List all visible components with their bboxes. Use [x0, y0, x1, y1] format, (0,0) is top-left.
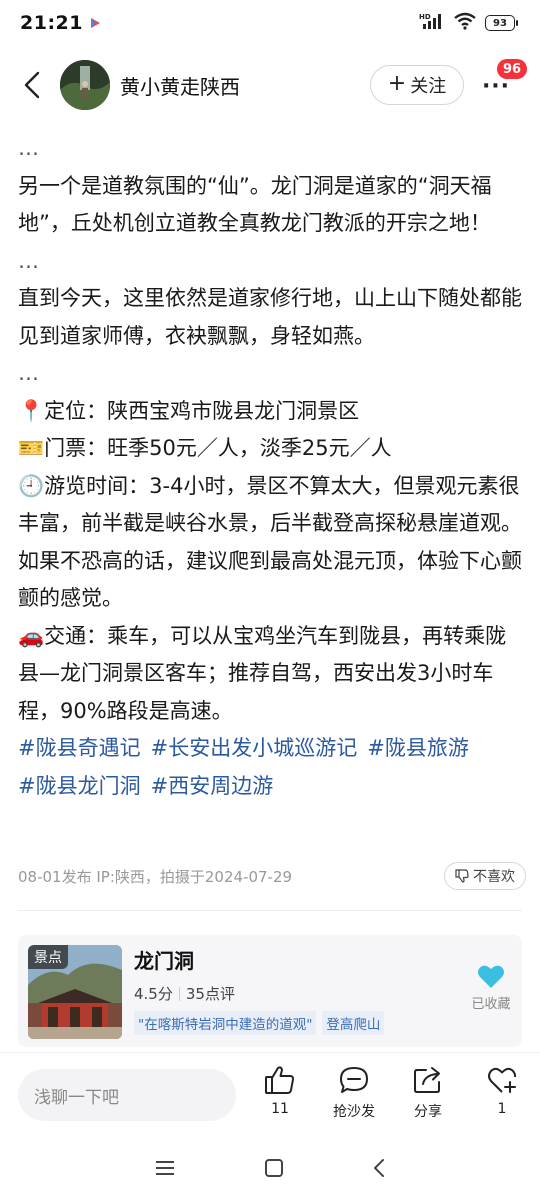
ellipsis-2: … [18, 248, 39, 273]
poi-card[interactable]: 景点 龙门洞 4.5分 35点评 "在喀斯特岩洞中建造的道观" 登高爬山 已收藏 [18, 935, 522, 1047]
poi-collect-button[interactable]: 已收藏 [466, 963, 516, 1012]
poi-reviews: 35点评 [185, 985, 235, 1003]
poi-score: 4.5分 [134, 985, 173, 1003]
like-count: 11 [271, 1101, 289, 1117]
home-icon[interactable] [264, 1158, 284, 1182]
dislike-label: 不喜欢 [473, 869, 515, 885]
follow-label: 关注 [410, 76, 447, 97]
paragraph-1: 另一个是道教氛围的“仙”。龙门洞是道家的“洞天福地”，丘处机创立道教全真教龙门教… [18, 173, 492, 236]
avatar[interactable] [60, 60, 110, 110]
ellipsis-3: … [18, 361, 39, 385]
plus-icon: + [387, 71, 407, 96]
chevron-left-icon [24, 71, 40, 99]
share-icon [414, 1067, 440, 1093]
comment-button[interactable]: 抢沙发 [322, 1065, 386, 1121]
notification-badge: 96 [497, 59, 528, 79]
clock: 21:21 [20, 12, 83, 34]
svg-text:HD: HD [419, 13, 431, 21]
signal-icon: HD [419, 12, 445, 34]
publish-info: 08-01发布 IP:陕西，拍摄于2024-07-29 [18, 867, 293, 886]
ellipsis-1: … [18, 136, 39, 160]
duration-line: 🕘游览时间：3-4小时，景区不算太大，但景观元素很丰富，前半截是峡谷水景，后半截… [18, 473, 522, 611]
status-left: 21:21 [20, 12, 101, 34]
hashtag[interactable]: #西安周边游 [151, 774, 274, 798]
separator [178, 986, 180, 1001]
share-label: 分享 [414, 1104, 442, 1120]
post-header: 黄小黄走陕西 + 关注 ··· 96 [0, 52, 540, 118]
transport-line: 🚗交通：乘车，可以从宝鸡坐汽车到陇县，再转乘陇县—龙门洞景区客车；推荐自驾，西安… [18, 623, 507, 723]
location-line: 📍定位：陕西宝鸡市陇县龙门洞景区 [18, 398, 360, 423]
poi-title: 龙门洞 [134, 949, 194, 973]
share-button[interactable]: 分享 [396, 1065, 460, 1121]
like-button[interactable]: 11 [248, 1065, 312, 1117]
back-nav-icon[interactable] [372, 1158, 386, 1182]
hashtag[interactable]: #陇县旅游 [367, 736, 469, 760]
hashtag-list: #陇县奇遇记 #长安出发小城巡游记 #陇县旅游 #陇县龙门洞 #西安周边游 [18, 730, 526, 805]
author-name[interactable]: 黄小黄走陕西 [120, 71, 240, 100]
follow-button[interactable]: + 关注 [370, 65, 464, 105]
divider [18, 910, 522, 911]
heart-icon [478, 965, 504, 988]
poi-tag: "在喀斯特岩洞中建造的道观" [134, 1011, 317, 1035]
thumbs-up-icon [265, 1066, 295, 1094]
poi-rating: 4.5分 35点评 [134, 983, 235, 1004]
ticket-line: 🎫门票：旺季50元／人，淡季25元／人 [18, 436, 392, 460]
hashtag[interactable]: #长安出发小城巡游记 [151, 736, 358, 760]
hashtag[interactable]: #陇县龙门洞 [18, 774, 141, 798]
comment-label: 抢沙发 [333, 1104, 375, 1120]
collect-button[interactable]: 1 [470, 1065, 534, 1117]
comment-input[interactable]: 浅聊一下吧 [18, 1069, 236, 1121]
battery-indicator: 93 [485, 15, 518, 31]
poi-image: 景点 [28, 945, 122, 1039]
paragraph-2: 直到今天，这里依然是道家修行地，山上山下随处都能见到道家师傅，衣袂飘飘，身轻如燕… [18, 286, 522, 348]
collected-label: 已收藏 [471, 997, 511, 1012]
system-nav-bar [0, 1140, 540, 1200]
comment-icon [340, 1067, 368, 1093]
collect-count: 1 [497, 1101, 507, 1117]
battery-cap [516, 20, 518, 26]
poi-tags: "在喀斯特岩洞中建造的道观" 登高爬山 [134, 1011, 385, 1035]
thumbs-down-icon [455, 869, 469, 883]
heart-plus-icon [488, 1067, 517, 1093]
poi-category-label: 景点 [28, 945, 68, 969]
play-icon [89, 14, 101, 33]
wifi-icon [453, 12, 477, 34]
battery-level: 93 [485, 15, 515, 31]
bottom-action-bar: 浅聊一下吧 11 抢沙发 分享 1 [0, 1052, 540, 1138]
dislike-button[interactable]: 不喜欢 [444, 862, 526, 890]
menu-icon[interactable] [154, 1159, 176, 1181]
hashtag[interactable]: #陇县奇遇记 [18, 736, 141, 760]
post-meta: 08-01发布 IP:陕西，拍摄于2024-07-29 不喜欢 [18, 862, 526, 890]
post-content: … 另一个是道教氛围的“仙”。龙门洞是道家的“洞天福地”，丘处机创立道教全真教龙… [18, 130, 526, 805]
poi-tag: 登高爬山 [322, 1011, 385, 1035]
status-right: HD 93 [419, 12, 518, 34]
back-button[interactable] [14, 65, 50, 105]
status-bar: 21:21 HD 93 [0, 0, 540, 46]
